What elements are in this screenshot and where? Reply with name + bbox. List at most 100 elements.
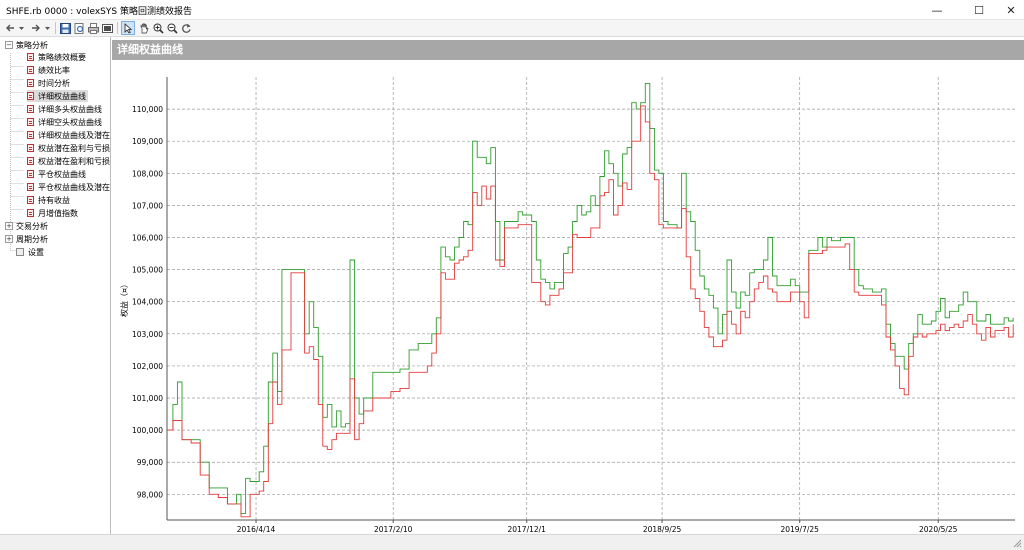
tree-item-label: 权益潜在盈利和亏损 — [38, 156, 110, 166]
y-tick-label: 98,000 — [137, 490, 163, 499]
report-button[interactable] — [101, 21, 113, 35]
close-button[interactable]: ✕ — [994, 0, 1024, 20]
close-icon: ✕ — [1006, 3, 1016, 17]
tree-group-period-analysis[interactable]: + 周期分析 — [5, 233, 48, 245]
settings-page-icon — [16, 248, 24, 256]
tree-item-potential-profit-loss-1[interactable]: 权益潜在盈利与亏损 — [27, 142, 110, 154]
x-tick-label: 2017/2/10 — [374, 525, 413, 534]
panel-title: 详细权益曲线 — [112, 40, 1024, 60]
tree-group-label: 策略分析 — [16, 40, 48, 50]
tree-item-label: 月增值指数 — [38, 208, 78, 218]
back-dropdown[interactable] — [18, 21, 24, 35]
report-page-icon — [27, 183, 34, 191]
report-page-icon — [27, 79, 34, 87]
back-button[interactable] — [4, 21, 16, 35]
tree-item-label: 持有收益 — [38, 195, 70, 205]
tree-item-closed-equity-potential[interactable]: 平仓权益曲线及潜在 — [27, 181, 110, 193]
save-button[interactable] — [59, 21, 71, 35]
y-tick-label: 103,000 — [132, 330, 163, 339]
toolbar — [0, 20, 1024, 37]
tree-item-detailed-equity-curve[interactable]: 详细权益曲线 — [27, 90, 88, 102]
status-bar — [0, 534, 1024, 550]
y-tick-label: 107,000 — [132, 201, 163, 210]
forward-dropdown[interactable] — [44, 21, 50, 35]
y-tick-label: 106,000 — [132, 234, 163, 243]
dropdown-icon — [44, 26, 50, 30]
tree-item-long-equity-curve[interactable]: 详细多头权益曲线 — [27, 103, 102, 115]
tree-item-short-equity-curve[interactable]: 详细空头权益曲线 — [27, 116, 102, 128]
tree-item-potential-profit-loss-2[interactable]: 权益潜在盈利和亏损 — [27, 155, 110, 167]
y-tick-label: 108,000 — [132, 169, 163, 178]
tree-item-label: 详细多头权益曲线 — [38, 104, 102, 114]
refresh-button[interactable] — [180, 21, 192, 35]
tree-item-label: 详细空头权益曲线 — [38, 117, 102, 127]
report-page-icon — [27, 157, 34, 165]
tree-item-monthly-value-index[interactable]: 月增值指数 — [27, 207, 78, 219]
y-axis-label: 权益（¤） — [119, 280, 129, 317]
tree-item-performance-summary[interactable]: 策略绩效概要 — [27, 51, 86, 63]
report-icon — [101, 23, 113, 33]
report-page-icon — [27, 105, 34, 113]
expand-icon[interactable]: + — [5, 235, 13, 243]
tree-item-label: 详细权益曲线 — [38, 91, 86, 101]
collapse-icon[interactable]: − — [5, 41, 13, 49]
minimize-button[interactable]: — — [920, 0, 954, 20]
hand-icon — [140, 22, 149, 33]
tree-item-label: 平仓权益曲线及潜在 — [38, 182, 110, 192]
report-page-icon — [27, 66, 34, 74]
tree-group-strategy-analysis[interactable]: − 策略分析 — [5, 39, 48, 51]
tree-item-label: 详细权益曲线及潜在 — [38, 130, 110, 140]
window-titlebar: SHFE.rb 0000 : volexSYS 策略回测绩效报告 — ☐ ✕ — [0, 0, 1024, 20]
tree-item-performance-ratios[interactable]: 绩效比率 — [27, 64, 70, 76]
tree-group-trade-analysis[interactable]: + 交易分析 — [5, 220, 48, 232]
print-preview-button[interactable] — [73, 21, 85, 35]
tree-item-label: 设置 — [28, 247, 44, 257]
x-tick-label: 2019/7/25 — [780, 525, 819, 534]
report-page-icon — [27, 144, 34, 152]
tree-item-time-analysis[interactable]: 时间分析 — [27, 77, 70, 89]
y-tick-label: 109,000 — [132, 137, 163, 146]
x-tick-label: 2020/5/25 — [919, 525, 958, 534]
x-tick-label: 2017/12/1 — [507, 525, 546, 534]
toolbar-separator — [117, 22, 118, 34]
equity-curve-chart[interactable]: 98,000 99,000 100,000 101,000 102,000 103,000… — [112, 62, 1024, 534]
report-page-icon — [27, 209, 34, 217]
report-page-icon — [27, 92, 34, 100]
save-icon — [59, 22, 71, 34]
toolbar-separator — [55, 22, 56, 34]
forward-button[interactable] — [30, 21, 42, 35]
print-preview-icon — [74, 22, 83, 34]
pointer-tool-button[interactable] — [121, 21, 135, 35]
tree-item-equity-curve-potential[interactable]: 详细权益曲线及潜在 — [27, 129, 110, 141]
print-button[interactable] — [87, 21, 99, 35]
window-title: SHFE.rb 0000 : volexSYS 策略回测绩效报告 — [6, 7, 192, 17]
hand-tool-button[interactable] — [138, 21, 150, 35]
y-tick-label: 99,000 — [137, 458, 163, 467]
report-page-icon — [27, 53, 34, 61]
dropdown-icon — [18, 26, 24, 30]
tree-item-closed-equity-curve[interactable]: 平仓权益曲线 — [27, 168, 86, 180]
y-tick-label: 101,000 — [132, 394, 163, 403]
tree-item-label: 绩效比率 — [38, 65, 70, 75]
zoom-out-icon — [167, 23, 178, 34]
y-tick-label: 105,000 — [132, 266, 163, 275]
report-page-icon — [27, 131, 34, 139]
y-tick-label: 100,000 — [132, 426, 163, 435]
zoom-in-icon — [153, 23, 164, 34]
tree-group-label: 交易分析 — [16, 221, 48, 231]
tree-item-label: 平仓权益曲线 — [38, 169, 86, 179]
tree-item-holding-returns[interactable]: 持有收益 — [27, 194, 70, 206]
forward-arrow-icon — [32, 24, 40, 32]
resize-grip-icon[interactable] — [1012, 538, 1022, 548]
zoom-in-button[interactable] — [152, 21, 164, 35]
maximize-icon: ☐ — [974, 3, 984, 17]
print-icon — [87, 22, 99, 34]
expand-icon[interactable]: + — [5, 222, 13, 230]
maximize-button[interactable]: ☐ — [962, 0, 996, 20]
zoom-out-button[interactable] — [166, 21, 178, 35]
refresh-icon — [181, 23, 191, 33]
y-tick-label: 104,000 — [132, 298, 163, 307]
report-tree-sidebar: − 策略分析 策略绩效概要 绩效比率 时间分析 详细权益曲线 详细多头权益曲线 … — [0, 37, 111, 534]
tree-item-settings[interactable]: 设置 — [16, 246, 44, 258]
tree-item-label: 权益潜在盈利与亏损 — [38, 143, 110, 153]
